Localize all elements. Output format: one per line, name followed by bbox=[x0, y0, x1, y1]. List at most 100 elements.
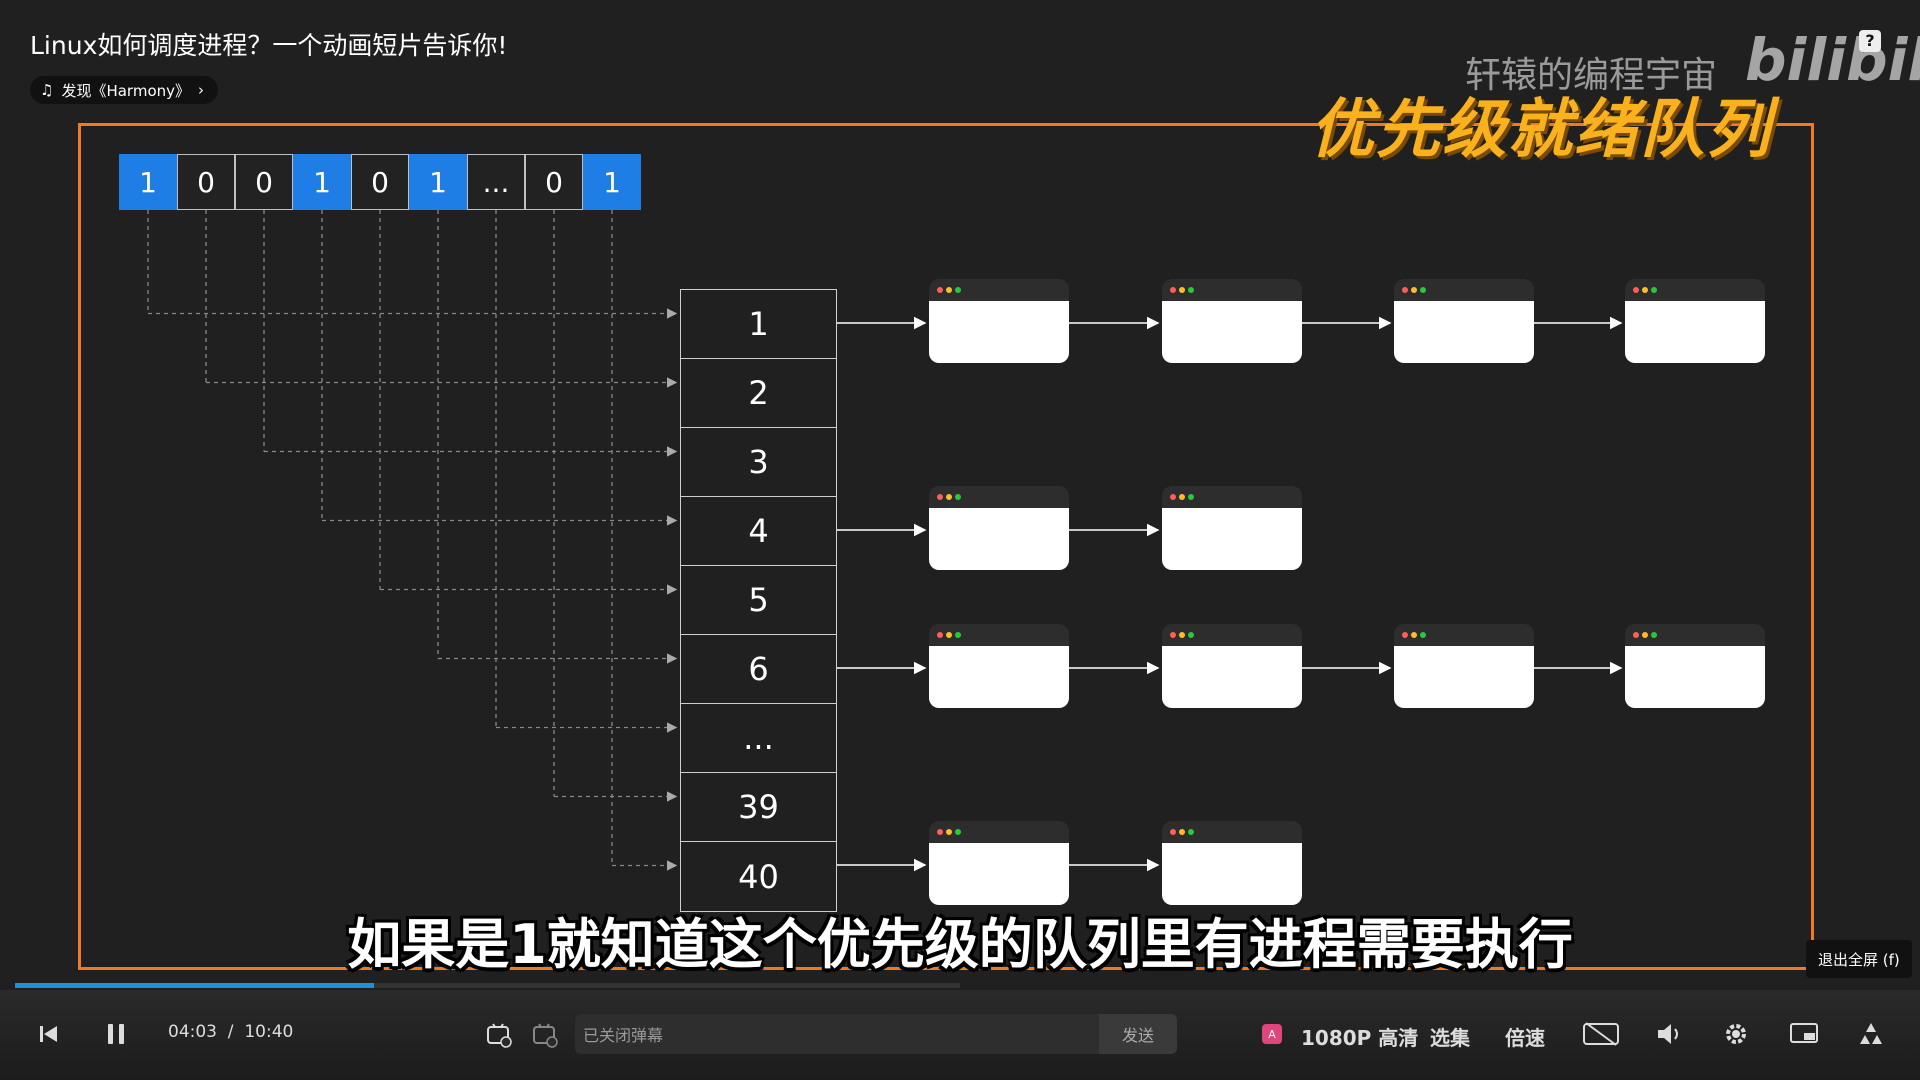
window-dot bbox=[955, 632, 961, 638]
send-button[interactable]: 发送 bbox=[1099, 1014, 1177, 1054]
window-dot bbox=[946, 287, 952, 293]
settings-gear-icon[interactable] bbox=[1722, 1020, 1750, 1048]
window-titlebar bbox=[929, 486, 1069, 508]
queue-cell: 1 bbox=[681, 290, 836, 359]
bitmap-cell: 1 bbox=[293, 154, 351, 210]
queue-cell: 6 bbox=[681, 635, 836, 704]
window-dot bbox=[955, 494, 961, 500]
process-card bbox=[1394, 624, 1534, 708]
window-dot bbox=[1402, 632, 1408, 638]
window-dot bbox=[937, 287, 943, 293]
window-dot bbox=[937, 494, 943, 500]
window-body bbox=[1162, 843, 1302, 905]
process-card bbox=[1625, 624, 1765, 708]
window-dot bbox=[1170, 494, 1176, 500]
window-dot bbox=[1633, 632, 1639, 638]
exit-fullscreen-button[interactable]: 退出全屏 (f) bbox=[1806, 940, 1912, 978]
process-card bbox=[929, 279, 1069, 363]
time-current: 04:03 bbox=[168, 1022, 217, 1042]
volume-icon[interactable] bbox=[1655, 1020, 1683, 1048]
speed-button[interactable]: 倍速 bbox=[1505, 1022, 1545, 1051]
window-titlebar bbox=[929, 279, 1069, 301]
window-dot bbox=[1642, 632, 1648, 638]
window-body bbox=[1162, 646, 1302, 708]
pip-icon[interactable] bbox=[1789, 1020, 1819, 1048]
bitmap-cell: 0 bbox=[351, 154, 409, 210]
window-body bbox=[1625, 301, 1765, 363]
subtitle-off-icon[interactable] bbox=[1582, 1020, 1620, 1048]
window-titlebar bbox=[929, 624, 1069, 646]
bitmap-cell: 0 bbox=[177, 154, 235, 210]
window-titlebar bbox=[1394, 624, 1534, 646]
window-dot bbox=[1420, 287, 1426, 293]
previous-icon[interactable] bbox=[36, 1022, 60, 1046]
process-card bbox=[1162, 486, 1302, 570]
queue-cell: ... bbox=[681, 704, 836, 773]
window-body bbox=[1162, 301, 1302, 363]
bitmap-cell: 1 bbox=[583, 154, 641, 210]
window-titlebar bbox=[1625, 279, 1765, 301]
window-dot bbox=[946, 494, 952, 500]
window-dot bbox=[1402, 287, 1408, 293]
window-dot bbox=[937, 632, 943, 638]
window-body bbox=[929, 646, 1069, 708]
window-dot bbox=[946, 632, 952, 638]
process-card bbox=[1162, 624, 1302, 708]
window-dot bbox=[1170, 287, 1176, 293]
window-dot bbox=[1651, 287, 1657, 293]
window-body bbox=[929, 301, 1069, 363]
window-dot bbox=[946, 829, 952, 835]
bitmap-cell: 1 bbox=[409, 154, 467, 210]
window-dot bbox=[1420, 632, 1426, 638]
window-dot bbox=[1411, 287, 1417, 293]
quality-button[interactable]: 1080P 高清 bbox=[1301, 1022, 1418, 1051]
window-body bbox=[1625, 646, 1765, 708]
time-total: 10:40 bbox=[244, 1022, 294, 1042]
ai-subtitle-icon[interactable]: A bbox=[1262, 1024, 1282, 1044]
window-dot bbox=[1179, 829, 1185, 835]
window-titlebar bbox=[1162, 486, 1302, 508]
window-dot bbox=[1651, 632, 1657, 638]
window-titlebar bbox=[1625, 624, 1765, 646]
subtitle-caption: 如果是1就知道这个优先级的队列里有进程需要执行 bbox=[347, 913, 1573, 976]
queue-cell: 3 bbox=[681, 428, 836, 497]
window-body bbox=[929, 508, 1069, 570]
episodes-button[interactable]: 选集 bbox=[1430, 1022, 1470, 1051]
process-card bbox=[1394, 279, 1534, 363]
bitmap-cell: 1 bbox=[119, 154, 177, 210]
danmaku-settings-icon[interactable] bbox=[532, 1022, 558, 1048]
window-dot bbox=[1179, 494, 1185, 500]
priority-queue-array: 1 2 3 4 5 6... 39 40 bbox=[680, 289, 837, 912]
window-dot bbox=[1170, 632, 1176, 638]
window-dot bbox=[1188, 287, 1194, 293]
window-titlebar bbox=[1162, 821, 1302, 843]
process-card bbox=[929, 624, 1069, 708]
queue-cell: 39 bbox=[681, 773, 836, 842]
window-titlebar bbox=[1162, 279, 1302, 301]
window-body bbox=[1394, 646, 1534, 708]
window-dot bbox=[1188, 829, 1194, 835]
window-body bbox=[929, 843, 1069, 905]
window-titlebar bbox=[929, 821, 1069, 843]
window-dot bbox=[1188, 494, 1194, 500]
queue-cell: 4 bbox=[681, 497, 836, 566]
danmaku-box: 发送 bbox=[575, 1014, 1177, 1056]
window-dot bbox=[1633, 287, 1639, 293]
priority-bitmap: 1 0 0 1 0 1... 0 1 bbox=[119, 154, 641, 210]
window-dot bbox=[1642, 287, 1648, 293]
window-titlebar bbox=[1394, 279, 1534, 301]
process-card bbox=[929, 486, 1069, 570]
window-body bbox=[1394, 301, 1534, 363]
danmaku-input[interactable] bbox=[575, 1014, 1105, 1056]
pause-icon[interactable] bbox=[104, 1022, 128, 1046]
danmaku-toggle-icon[interactable] bbox=[486, 1022, 512, 1048]
window-dot bbox=[937, 829, 943, 835]
queue-cell: 2 bbox=[681, 359, 836, 428]
time-display: 04:03 / 10:40 bbox=[168, 1022, 294, 1042]
process-card bbox=[929, 821, 1069, 905]
window-dot bbox=[1188, 632, 1194, 638]
window-dot bbox=[1170, 829, 1176, 835]
fullscreen-exit-icon[interactable] bbox=[1856, 1020, 1886, 1048]
bitmap-cell: 0 bbox=[235, 154, 293, 210]
bitmap-cell: ... bbox=[467, 154, 525, 210]
